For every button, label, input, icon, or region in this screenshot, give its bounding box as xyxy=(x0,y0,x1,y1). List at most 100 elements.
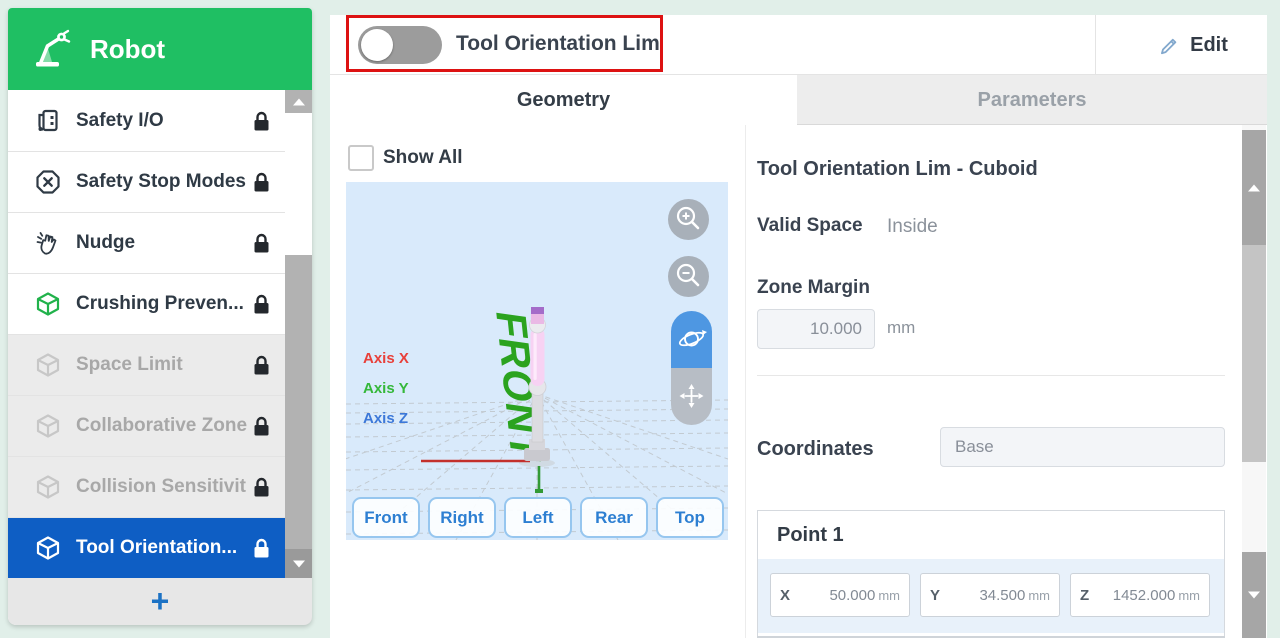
zoom-in-button[interactable] xyxy=(668,199,709,240)
sidebar: Robot Safety I/O xyxy=(8,8,312,625)
sidebar-item-label: Collision Sensitivit xyxy=(76,476,246,498)
sidebar-title: Robot xyxy=(90,34,165,65)
axis-y-label: Axis Y xyxy=(363,380,409,397)
tool-orientation-toggle[interactable] xyxy=(358,26,442,64)
sidebar-item-label: Collaborative Zone xyxy=(76,415,247,437)
axis-x-key: X xyxy=(780,587,790,604)
axis-z-unit: mm xyxy=(1178,588,1200,603)
point1-title: Point 1 xyxy=(758,511,1224,547)
sidebar-item-label: Nudge xyxy=(76,232,135,254)
cube-icon xyxy=(35,352,61,378)
pencil-icon xyxy=(1159,34,1181,56)
pan-mode-button[interactable] xyxy=(671,368,712,425)
point1-card: Point 1 X 50.000 mm Y 34.500 mm Z 1452.0… xyxy=(757,510,1225,638)
safety-io-icon xyxy=(35,108,61,134)
sidebar-item-collaborative-zone[interactable]: Collaborative Zone xyxy=(8,395,312,456)
lock-icon xyxy=(253,538,270,559)
add-zone-button[interactable]: + xyxy=(8,578,312,625)
scroll-up-button[interactable] xyxy=(285,90,312,113)
axis-y-unit: mm xyxy=(1028,588,1050,603)
sidebar-menu: Safety I/O Safety Stop Modes xyxy=(8,90,312,578)
main-panel: Tool Orientation Lim Edit Geometry Param… xyxy=(330,15,1267,638)
triangle-up-icon xyxy=(1248,184,1260,191)
edit-button-label: Edit xyxy=(1190,34,1228,57)
sidebar-item-label: Safety I/O xyxy=(76,110,164,132)
sidebar-item-collision-sensitivity[interactable]: Collision Sensitivit xyxy=(8,456,312,517)
axis-z-key: Z xyxy=(1080,587,1089,604)
view-mode-pill xyxy=(671,311,712,425)
sidebar-header: Robot xyxy=(8,8,312,90)
scrollbar-thumb[interactable] xyxy=(1242,245,1266,462)
axis-x-value: 50.000 xyxy=(790,587,875,604)
rotate-mode-button[interactable] xyxy=(671,311,712,368)
cube-icon xyxy=(35,413,61,439)
axis-y-key: Y xyxy=(930,587,940,604)
tab-parameters[interactable]: Parameters xyxy=(797,75,1267,125)
magnifier-plus-icon xyxy=(668,199,709,240)
sidebar-item-nudge[interactable]: Nudge xyxy=(8,212,312,273)
lock-icon xyxy=(253,355,270,376)
scroll-up-button[interactable] xyxy=(1242,130,1266,245)
lock-icon xyxy=(253,233,270,254)
sidebar-item-label: Tool Orientation... xyxy=(76,537,237,559)
rotate-icon xyxy=(671,311,712,368)
lock-icon xyxy=(253,172,270,193)
lock-icon xyxy=(253,416,270,437)
sidebar-item-space-limit[interactable]: Space Limit xyxy=(8,334,312,395)
magnifier-minus-icon xyxy=(668,256,709,297)
sidebar-item-crushing-prevention[interactable]: Crushing Preven... xyxy=(8,273,312,334)
view-front-button[interactable]: Front xyxy=(352,497,420,538)
sidebar-item-label: Safety Stop Modes xyxy=(76,171,246,193)
view-left-button[interactable]: Left xyxy=(504,497,572,538)
sidebar-scrollbar xyxy=(285,90,312,578)
pan-arrows-icon xyxy=(671,368,712,425)
topbar-divider xyxy=(1095,15,1096,75)
triangle-down-icon xyxy=(1248,592,1260,599)
zone-margin-unit: mm xyxy=(887,318,915,338)
tab-geometry[interactable]: Geometry xyxy=(330,75,797,125)
view-right-button[interactable]: Right xyxy=(428,497,496,538)
nudge-hand-icon xyxy=(35,230,61,256)
valid-space-label: Valid Space xyxy=(757,215,863,237)
sidebar-item-safety-io[interactable]: Safety I/O xyxy=(8,90,312,151)
app-window: Robot Safety I/O xyxy=(0,0,1280,638)
valid-space-value: Inside xyxy=(887,216,938,238)
view-top-button[interactable]: Top xyxy=(656,497,724,538)
cube-icon xyxy=(35,474,61,500)
robot-model xyxy=(421,307,555,493)
coordinates-select[interactable]: Base xyxy=(940,427,1225,467)
axis-y-value: 34.500 xyxy=(940,587,1025,604)
point1-z-field[interactable]: Z 1452.000 mm xyxy=(1070,573,1210,617)
point1-y-field[interactable]: Y 34.500 mm xyxy=(920,573,1060,617)
scroll-down-button[interactable] xyxy=(285,549,312,579)
coordinates-label: Coordinates xyxy=(757,438,874,461)
column-divider xyxy=(745,125,746,638)
zoom-out-button[interactable] xyxy=(668,256,709,297)
lock-icon xyxy=(253,477,270,498)
axis-x-label: Axis X xyxy=(363,350,409,367)
zone-margin-label: Zone Margin xyxy=(757,277,870,299)
show-all-checkbox[interactable] xyxy=(348,145,374,171)
toggle-knob xyxy=(361,29,393,61)
sidebar-item-label: Space Limit xyxy=(76,354,183,376)
sidebar-item-tool-orientation[interactable]: Tool Orientation... xyxy=(8,517,312,578)
cube-icon xyxy=(35,291,61,317)
triangle-up-icon xyxy=(293,98,305,105)
lock-icon xyxy=(253,294,270,315)
axis-z-label: Axis Z xyxy=(363,410,408,427)
show-all-row: Show All xyxy=(348,145,463,171)
3d-viewport[interactable]: FRONT Axis X xyxy=(346,182,728,540)
edit-button[interactable]: Edit xyxy=(1120,15,1267,75)
sidebar-item-safety-stop-modes[interactable]: Safety Stop Modes xyxy=(8,151,312,212)
details-scrollbar xyxy=(1242,125,1266,638)
view-rear-button[interactable]: Rear xyxy=(580,497,648,538)
section-divider xyxy=(757,375,1225,376)
top-bar: Tool Orientation Lim Edit xyxy=(330,15,1267,75)
zone-margin-input[interactable]: 10.000 xyxy=(757,309,875,349)
lock-icon xyxy=(253,110,270,131)
sidebar-item-label: Crushing Preven... xyxy=(76,293,244,315)
point1-x-field[interactable]: X 50.000 mm xyxy=(770,573,910,617)
show-all-label: Show All xyxy=(383,147,463,169)
toggle-label: Tool Orientation Lim xyxy=(456,15,660,72)
scroll-down-button[interactable] xyxy=(1242,552,1266,638)
